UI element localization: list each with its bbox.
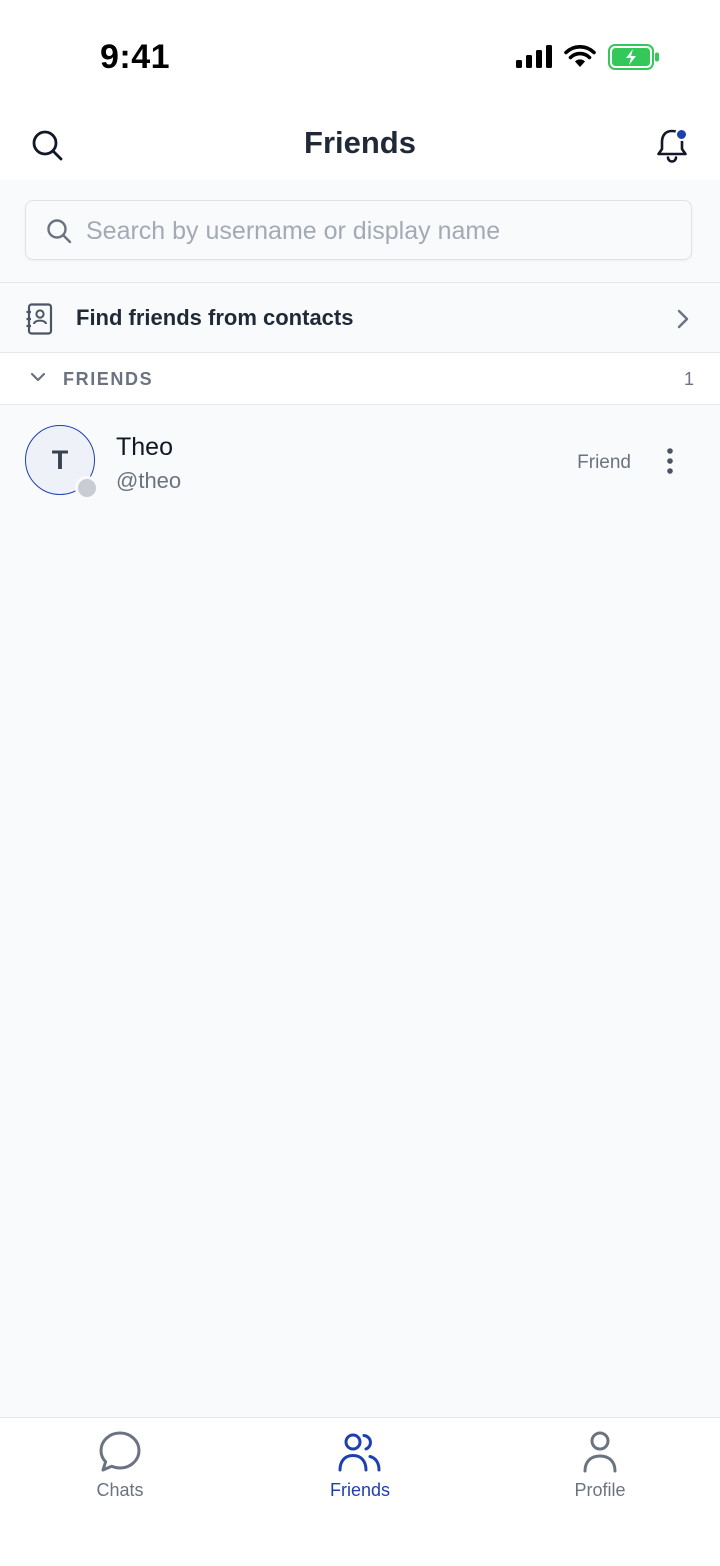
page-title: Friends (304, 125, 416, 160)
status-time: 9:41 (100, 38, 171, 76)
search-field-icon (47, 219, 72, 244)
search-input[interactable] (84, 209, 678, 253)
tab-profile[interactable]: Profile (520, 1430, 680, 1520)
profile-icon (583, 1431, 617, 1473)
more-options-icon[interactable] (662, 447, 678, 475)
status-bar: 9:41 (0, 0, 720, 110)
section-count: 1 (683, 369, 694, 389)
battery-charging-icon (608, 44, 659, 70)
tab-chats[interactable]: Chats (40, 1430, 200, 1520)
tab-friends[interactable]: Friends (280, 1430, 440, 1520)
search-section (0, 180, 720, 282)
friend-list-item[interactable]: T Theo @theo Friend (0, 405, 720, 517)
friend-status-label: Friend (577, 452, 631, 473)
chat-bubble-icon (99, 1431, 141, 1472)
find-friends-from-contacts-row[interactable]: Find friends from contacts (0, 282, 720, 353)
friends-icon (338, 1433, 381, 1472)
presence-indicator (75, 476, 99, 500)
search-box[interactable] (25, 200, 692, 260)
section-title: FRIENDS (63, 369, 154, 389)
tab-profile-label: Profile (574, 1480, 626, 1500)
friend-username: @theo (116, 468, 182, 493)
tab-chats-label: Chats (96, 1480, 144, 1500)
bottom-tab-bar: Chats Friends Profile (0, 1417, 720, 1566)
contacts-book-icon (26, 303, 53, 335)
friends-section-header[interactable]: FRIENDS 1 (0, 353, 720, 405)
app-bar: Friends (0, 110, 720, 180)
tab-friends-label: Friends (329, 1480, 391, 1500)
chevron-down-icon (30, 372, 46, 382)
notification-badge (675, 128, 688, 141)
cellular-signal-icon (516, 45, 552, 68)
friend-name: Theo (116, 433, 173, 461)
chevron-right-icon (677, 309, 689, 329)
wifi-icon (564, 45, 596, 67)
find-friends-label: Find friends from contacts (76, 305, 354, 330)
status-icons (516, 44, 660, 70)
notifications-button[interactable] (654, 126, 690, 164)
